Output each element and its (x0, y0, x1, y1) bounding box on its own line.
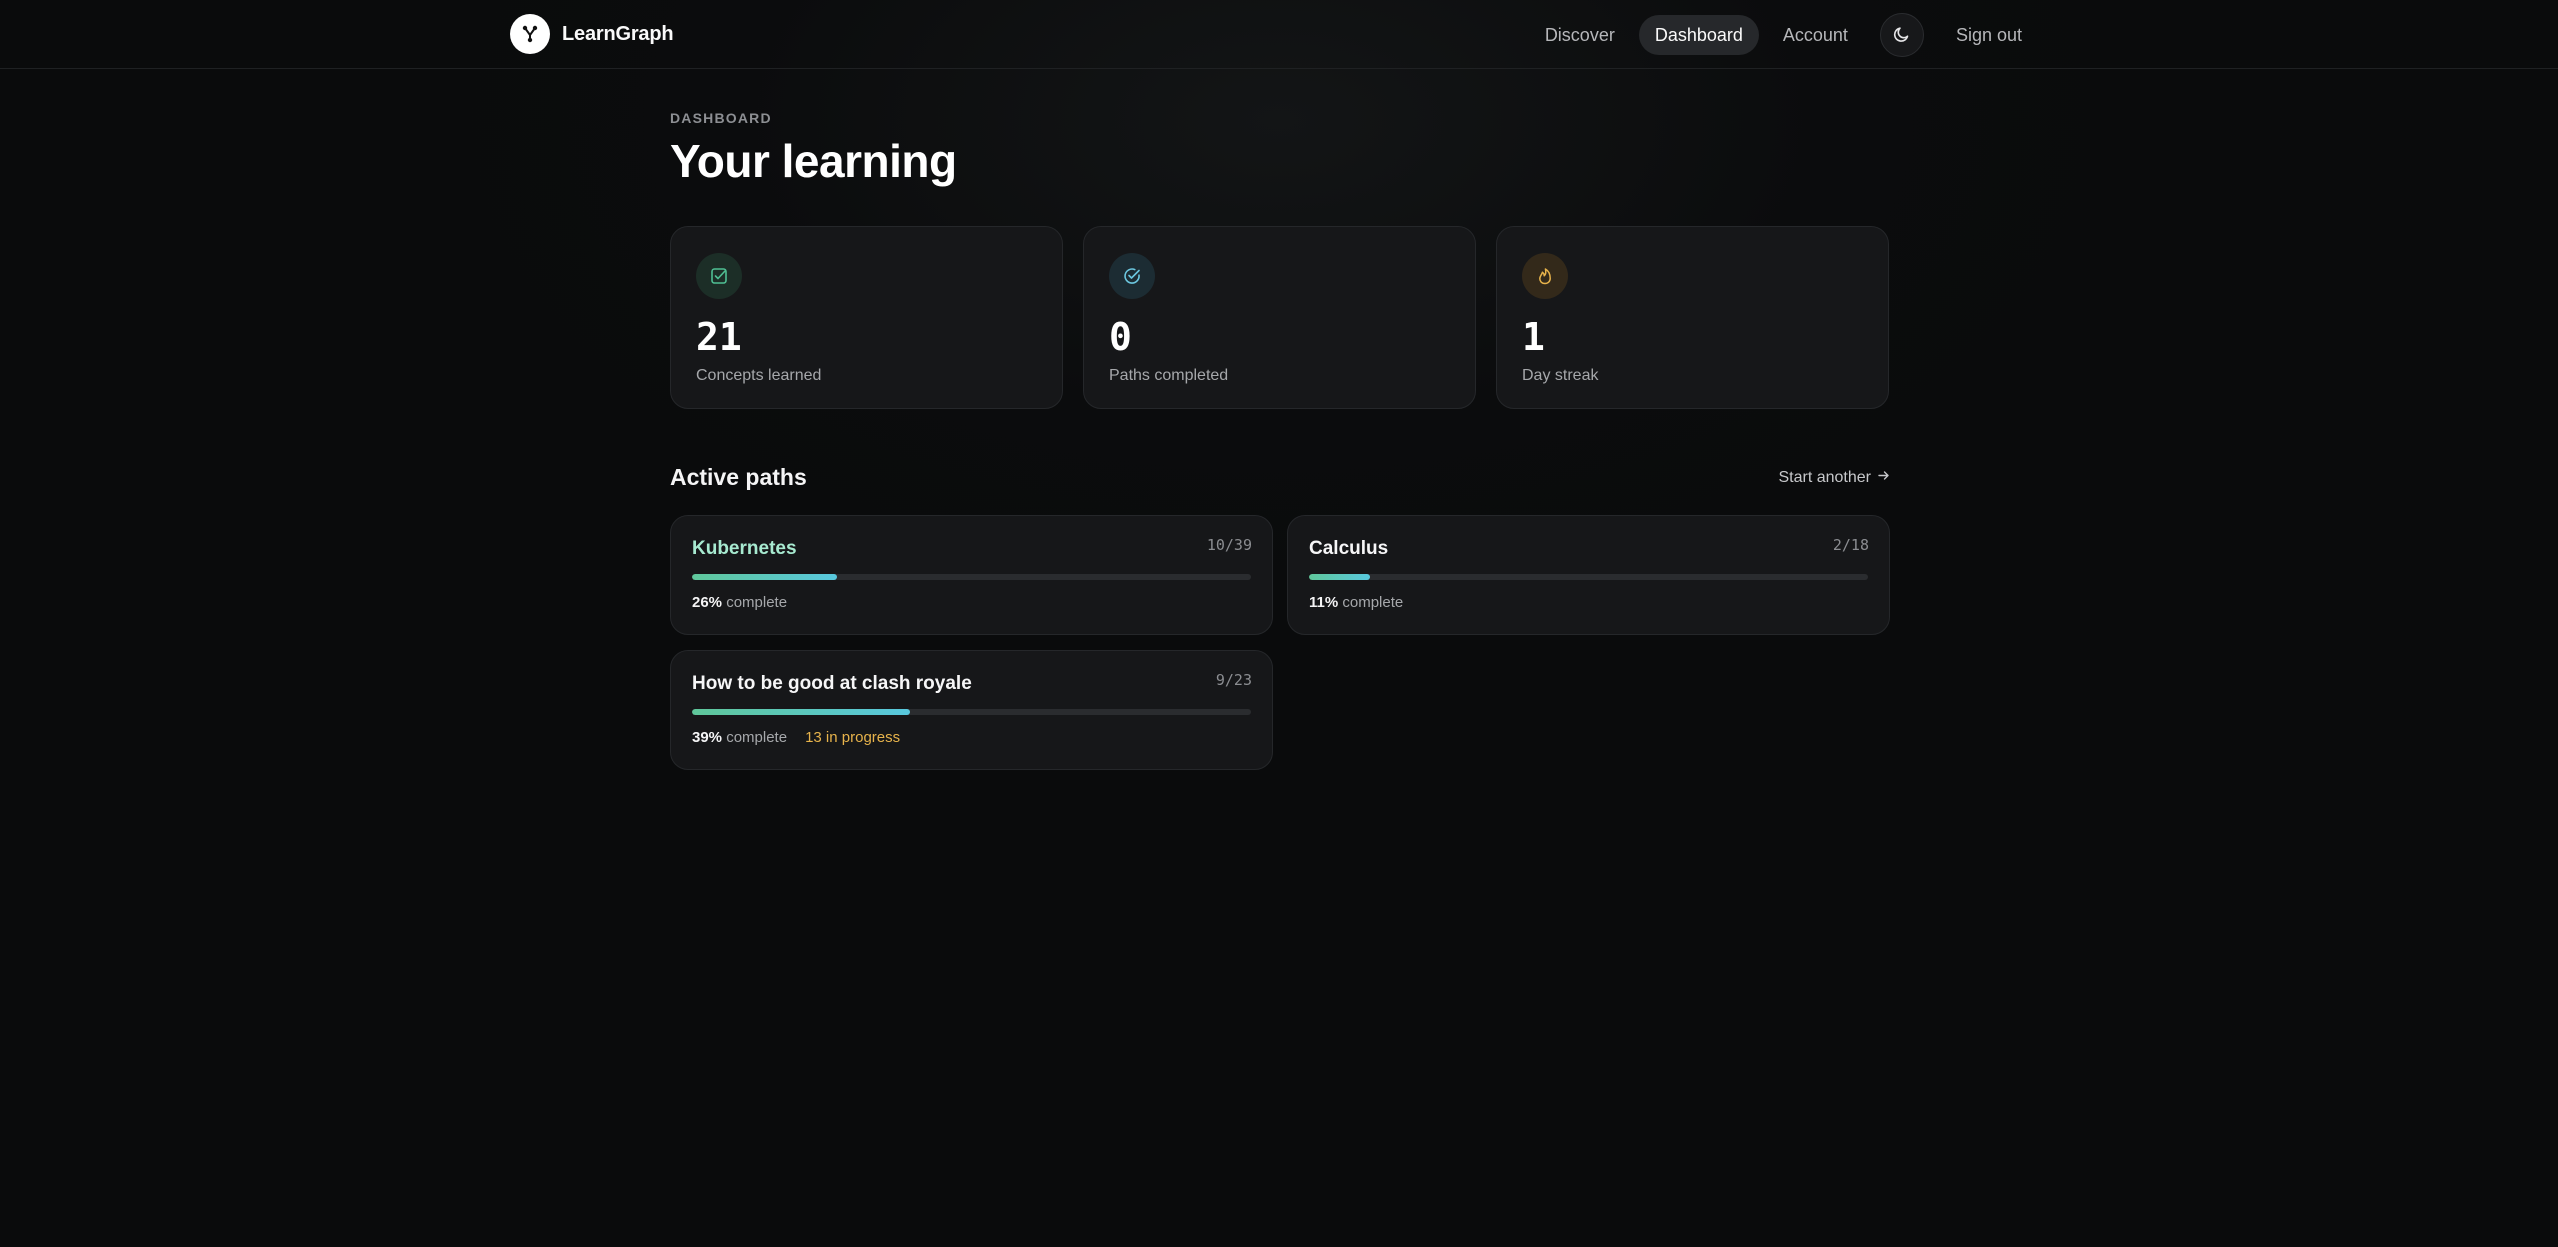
path-title: How to be good at clash royale (692, 673, 972, 694)
path-title: Kubernetes (692, 538, 797, 559)
progress-bar (1309, 574, 1868, 580)
page-title: Your learning (670, 135, 957, 187)
stat-card-paths: 0 Paths completed (1083, 226, 1476, 409)
path-meta: 39% complete 13 in progress (692, 729, 1251, 746)
progress-bar-fill (692, 574, 838, 580)
path-meta: 11% complete (1309, 594, 1868, 611)
brand-name: LearnGraph (562, 22, 674, 45)
active-paths-title: Active paths (670, 464, 807, 490)
stat-card-concepts: 21 Concepts learned (670, 226, 1063, 409)
start-another-label: Start another (1778, 468, 1872, 486)
stat-value: 21 (696, 315, 742, 359)
dashboard-main: DASHBOARD Your learning 21 Concepts lear… (670, 110, 1890, 770)
path-card-kubernetes[interactable]: Kubernetes 10/39 26% complete (670, 515, 1273, 635)
stat-label: Concepts learned (696, 367, 822, 384)
complete-word: complete (1342, 594, 1404, 611)
percent-complete: 11% complete (1309, 594, 1403, 611)
page-eyebrow: DASHBOARD (670, 110, 772, 126)
percent-complete: 26% complete (692, 594, 787, 611)
complete-word: complete (726, 594, 788, 611)
active-paths-header: Active paths Start another (670, 464, 1890, 491)
start-another-link[interactable]: Start another (1779, 469, 1891, 487)
main-nav: Discover Dashboard Account Sign out (1529, 13, 2038, 57)
nav-account[interactable]: Account (1767, 15, 1864, 55)
stat-value: 0 (1109, 315, 1132, 359)
progress-bar (692, 574, 1251, 580)
path-card-clash-royale[interactable]: How to be good at clash royale 9/23 39% … (670, 650, 1273, 770)
stat-label: Paths completed (1109, 367, 1229, 384)
path-meta: 26% complete (692, 594, 1251, 611)
complete-word: complete (726, 729, 788, 746)
path-progress-count: 2/18 (1832, 536, 1869, 554)
nav-discover[interactable]: Discover (1529, 15, 1631, 55)
top-navigation-bar: LearnGraph Discover Dashboard Account Si… (0, 0, 2558, 69)
percent-value: 39% (692, 729, 723, 746)
path-card-calculus[interactable]: Calculus 2/18 11% complete (1287, 515, 1890, 635)
sign-out-link[interactable]: Sign out (1940, 15, 2038, 55)
stat-value: 1 (1522, 315, 1545, 359)
progress-bar-fill (1309, 574, 1371, 580)
check-circle-icon (1109, 253, 1155, 299)
percent-value: 26% (692, 594, 723, 611)
brand-home-link[interactable]: LearnGraph (510, 14, 674, 54)
path-progress-count: 9/23 (1215, 671, 1252, 689)
arrow-right-icon (1877, 469, 1890, 487)
path-title: Calculus (1309, 538, 1389, 559)
moon-icon (1893, 25, 1911, 46)
percent-complete: 39% complete (692, 729, 787, 746)
check-square-icon (696, 253, 742, 299)
branch-fork-icon (510, 14, 550, 54)
stat-card-streak: 1 Day streak (1496, 226, 1889, 409)
progress-bar-fill (692, 709, 910, 715)
nav-dashboard[interactable]: Dashboard (1638, 15, 1759, 55)
in-progress-count: 13 in progress (805, 729, 901, 746)
progress-bar (692, 709, 1251, 715)
theme-toggle-button[interactable] (1879, 13, 1924, 57)
stats-row: 21 Concepts learned 0 Paths completed 1 … (670, 226, 1890, 409)
flame-icon (1522, 253, 1568, 299)
path-progress-count: 10/39 (1206, 536, 1252, 554)
stat-label: Day streak (1522, 367, 1599, 384)
percent-value: 11% (1309, 594, 1339, 611)
